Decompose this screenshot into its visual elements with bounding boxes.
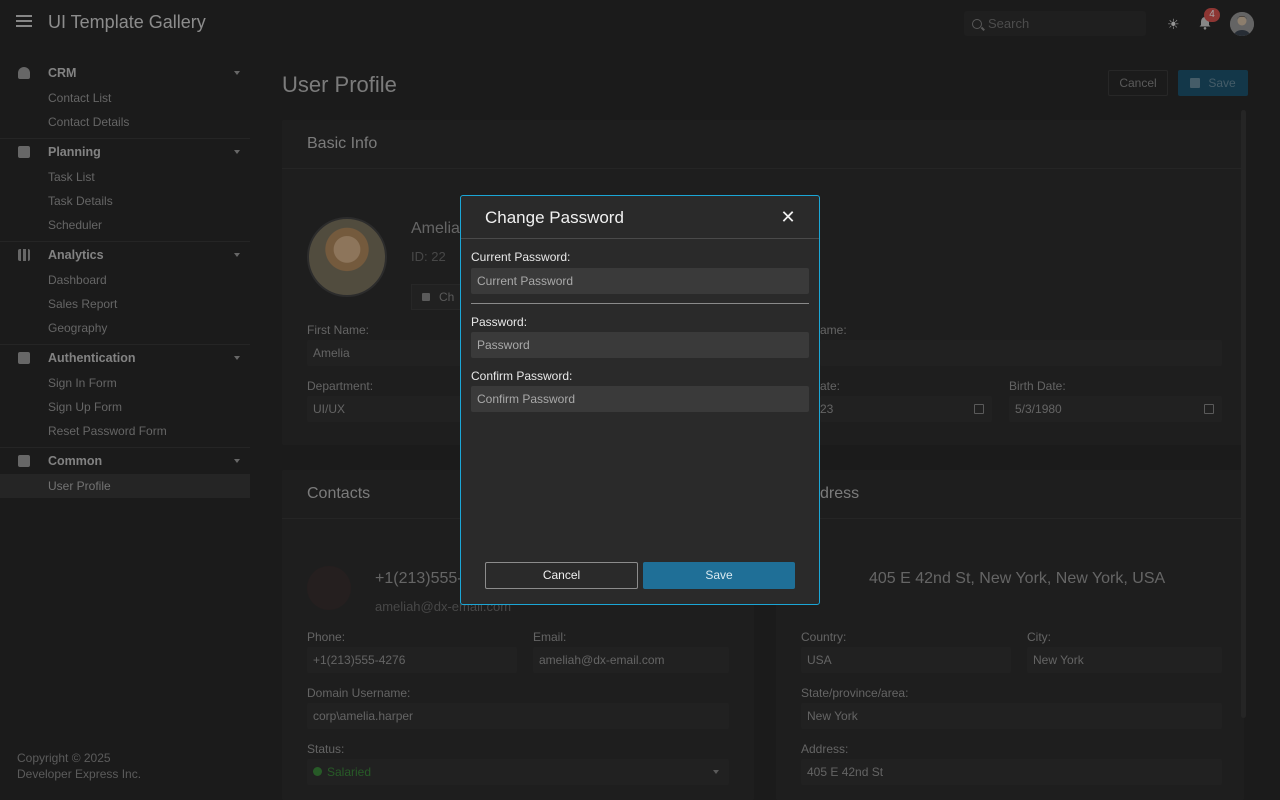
dialog-title: Change Password bbox=[485, 208, 624, 227]
change-password-dialog: Change Password ✕ Current Password: Pass… bbox=[460, 195, 820, 605]
current-password-label: Current Password: bbox=[471, 250, 571, 264]
dialog-header-divider bbox=[461, 238, 819, 239]
close-icon[interactable]: ✕ bbox=[779, 208, 797, 226]
confirm-password-label: Confirm Password: bbox=[471, 369, 573, 383]
dialog-save-button[interactable]: Save bbox=[643, 562, 795, 589]
current-password-input[interactable] bbox=[471, 268, 809, 294]
dialog-divider bbox=[471, 303, 809, 304]
confirm-password-input[interactable] bbox=[471, 386, 809, 412]
new-password-input[interactable] bbox=[471, 332, 809, 358]
dialog-cancel-button[interactable]: Cancel bbox=[485, 562, 638, 589]
password-label: Password: bbox=[471, 315, 528, 329]
